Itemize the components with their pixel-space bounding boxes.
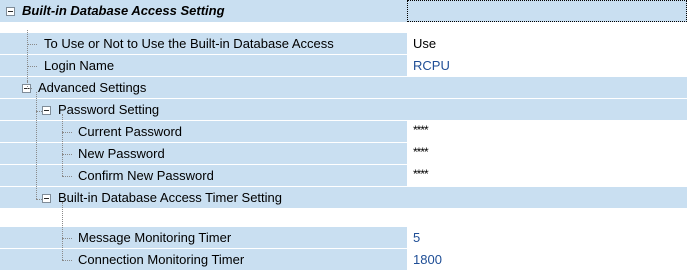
row-advanced-settings[interactable]: Advanced Settings [0,77,687,99]
tree-line [27,30,28,81]
property-value[interactable]: 1800 [413,252,442,268]
tree-line [36,111,42,112]
tree-line [36,92,37,199]
row-current-password[interactable]: Current Password **** [0,121,687,143]
row-message-monitoring-timer[interactable]: Message Monitoring Timer 5 [0,227,687,249]
row-separator [0,208,687,209]
row-separator [0,120,687,121]
property-grid: Built-in Database Access Setting To Use … [0,0,687,272]
property-label: Message Monitoring Timer [78,230,232,245]
collapse-minus-icon[interactable] [42,106,51,115]
password-value[interactable]: **** [413,122,429,138]
tree-line [62,176,72,177]
row-separator [0,270,687,271]
property-label: To Use or Not to Use the Built-in Databa… [44,36,334,51]
row-password-setting[interactable]: Password Setting [0,99,687,121]
category-label: Password Setting [58,102,160,117]
property-label: New Password [78,146,165,161]
tree-line [27,66,37,67]
tree-line [62,260,72,261]
row-confirm-new-password[interactable]: Confirm New Password **** [0,165,687,187]
collapse-minus-icon[interactable] [6,7,15,16]
row-separator [0,54,687,55]
row-built-in-database-access-setting[interactable]: Built-in Database Access Setting [0,0,687,22]
row-timer-setting[interactable]: Built-in Database Access Timer Setting [0,187,687,209]
row-new-password[interactable]: New Password **** [0,143,687,165]
row-separator [0,22,687,23]
row-login-name[interactable]: Login Name RCPU [0,55,687,77]
focused-value-cell[interactable] [407,0,687,22]
row-separator [0,76,687,77]
row-separator [0,226,687,227]
tree-line [27,88,32,89]
property-label: Login Name [44,58,115,73]
tree-line [62,132,72,133]
tree-line [62,114,63,176]
tree-line [62,238,72,239]
tree-line [36,199,42,200]
tree-line [62,154,72,155]
tree-line [27,44,37,45]
password-value[interactable]: **** [413,166,429,182]
row-separator [0,186,687,187]
password-value[interactable]: **** [413,144,429,160]
property-value[interactable]: 5 [413,230,420,246]
property-label: Confirm New Password [78,168,214,183]
row-connection-monitoring-timer[interactable]: Connection Monitoring Timer 1800 [0,249,687,271]
row-use-built-in-db[interactable]: To Use or Not to Use the Built-in Databa… [0,33,687,55]
property-label: Connection Monitoring Timer [78,252,245,267]
row-separator [0,142,687,143]
property-value[interactable]: RCPU [413,58,450,74]
section-title: Built-in Database Access Setting [22,3,225,18]
property-value[interactable]: Use [413,36,436,52]
category-label: Built-in Database Access Timer Setting [58,190,282,205]
row-separator [0,98,687,99]
tree-line [62,202,63,260]
row-separator [0,164,687,165]
collapse-minus-icon[interactable] [42,194,51,203]
row-separator [0,248,687,249]
tree-line [27,81,28,87]
category-label: Advanced Settings [38,80,147,95]
property-label: Current Password [78,124,183,139]
